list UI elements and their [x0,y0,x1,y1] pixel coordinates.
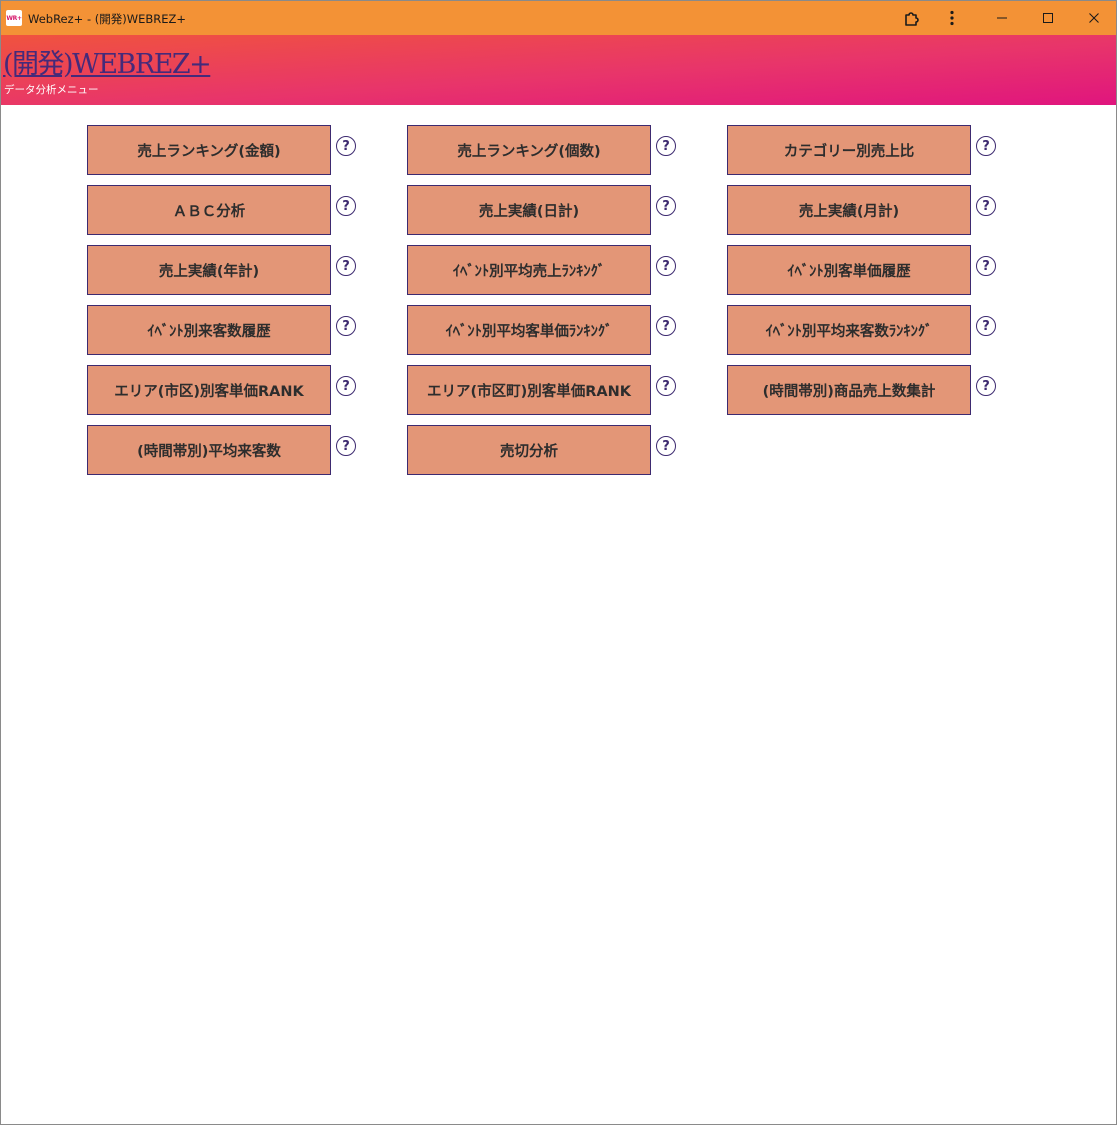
help-icon[interactable]: ? [976,256,996,276]
minimize-icon [997,17,1007,19]
menu-grid: 売上ランキング(金額) ? 売上ランキング(個数) ? カテゴリー別売上比 ? … [1,105,1116,505]
help-icon[interactable]: ? [656,316,676,336]
menu-item-hourly-product-sales: (時間帯別)商品売上数集計 ? [727,365,999,415]
help-icon[interactable]: ? [656,376,676,396]
sales-yearly-button[interactable]: 売上実績(年計) [87,245,331,295]
area-city-unit-price-button[interactable]: エリア(市区)別客単価RANK [87,365,331,415]
more-options-button[interactable] [937,1,967,35]
help-icon[interactable]: ? [336,436,356,456]
area-town-unit-price-button[interactable]: エリア(市区町)別客単価RANK [407,365,651,415]
app-header: (開発)WEBREZ+ データ分析メニュー [1,35,1116,105]
close-icon [1089,13,1099,23]
menu-item-sales-ranking-amount: 売上ランキング(金額) ? [87,125,359,175]
event-avg-visitor-ranking-button[interactable]: ｲﾍﾞﾝﾄ別平均来客数ﾗﾝｷﾝｸﾞ [727,305,971,355]
help-icon[interactable]: ? [336,316,356,336]
more-vert-icon [950,10,954,26]
sales-monthly-button[interactable]: 売上実績(月計) [727,185,971,235]
sales-daily-button[interactable]: 売上実績(日計) [407,185,651,235]
category-sales-ratio-button[interactable]: カテゴリー別売上比 [727,125,971,175]
help-icon[interactable]: ? [656,256,676,276]
help-icon[interactable]: ? [976,316,996,336]
event-unit-price-history-button[interactable]: ｲﾍﾞﾝﾄ別客単価履歴 [727,245,971,295]
abc-analysis-button[interactable]: ＡＢＣ分析 [87,185,331,235]
menu-item-sales-yearly: 売上実績(年計) ? [87,245,359,295]
help-icon[interactable]: ? [656,136,676,156]
help-icon[interactable]: ? [976,196,996,216]
extension-icon [905,12,919,26]
menu-item-sales-daily: 売上実績(日計) ? [407,185,679,235]
menu-item-event-avg-unit-price-ranking: ｲﾍﾞﾝﾄ別平均客単価ﾗﾝｷﾝｸﾞ ? [407,305,679,355]
app-icon: WR+ [6,10,22,26]
help-icon[interactable]: ? [336,136,356,156]
event-avg-unit-price-ranking-button[interactable]: ｲﾍﾞﾝﾄ別平均客単価ﾗﾝｷﾝｸﾞ [407,305,651,355]
event-visitor-history-button[interactable]: ｲﾍﾞﾝﾄ別来客数履歴 [87,305,331,355]
sellout-analysis-button[interactable]: 売切分析 [407,425,651,475]
menu-item-event-visitor-history: ｲﾍﾞﾝﾄ別来客数履歴 ? [87,305,359,355]
menu-item-sales-ranking-quantity: 売上ランキング(個数) ? [407,125,679,175]
window-title: WebRez+ - (開発)WEBREZ+ [28,12,187,26]
app-icon-text: WR+ [6,14,22,22]
menu-item-area-town-unit-price: エリア(市区町)別客単価RANK ? [407,365,679,415]
help-icon[interactable]: ? [336,196,356,216]
help-icon[interactable]: ? [336,376,356,396]
hourly-avg-visitors-button[interactable]: (時間帯別)平均来客数 [87,425,331,475]
sales-ranking-quantity-button[interactable]: 売上ランキング(個数) [407,125,651,175]
menu-item-category-sales-ratio: カテゴリー別売上比 ? [727,125,999,175]
help-icon[interactable]: ? [656,196,676,216]
menu-item-area-city-unit-price: エリア(市区)別客単価RANK ? [87,365,359,415]
help-icon[interactable]: ? [976,376,996,396]
menu-item-sales-monthly: 売上実績(月計) ? [727,185,999,235]
menu-item-event-avg-visitor-ranking: ｲﾍﾞﾝﾄ別平均来客数ﾗﾝｷﾝｸﾞ ? [727,305,999,355]
menu-item-abc-analysis: ＡＢＣ分析 ? [87,185,359,235]
browser-window: WR+ WebRez+ - (開発)WEBREZ+ (開発)WEBREZ+ デー… [0,0,1117,1125]
brand-link[interactable]: (開発)WEBREZ+ [3,42,212,81]
page-subtitle: データ分析メニュー [4,84,99,96]
menu-item-event-unit-price-history: ｲﾍﾞﾝﾄ別客単価履歴 ? [727,245,999,295]
hourly-product-sales-button[interactable]: (時間帯別)商品売上数集計 [727,365,971,415]
help-icon[interactable]: ? [976,136,996,156]
maximize-button[interactable] [1025,1,1071,35]
maximize-icon [1043,13,1053,23]
minimize-button[interactable] [979,1,1025,35]
menu-item-event-avg-sales-ranking: ｲﾍﾞﾝﾄ別平均売上ﾗﾝｷﾝｸﾞ ? [407,245,679,295]
close-button[interactable] [1071,1,1116,35]
menu-item-sellout-analysis: 売切分析 ? [407,425,679,475]
event-avg-sales-ranking-button[interactable]: ｲﾍﾞﾝﾄ別平均売上ﾗﾝｷﾝｸﾞ [407,245,651,295]
help-icon[interactable]: ? [336,256,356,276]
menu-item-hourly-avg-visitors: (時間帯別)平均来客数 ? [87,425,359,475]
sales-ranking-amount-button[interactable]: 売上ランキング(金額) [87,125,331,175]
help-icon[interactable]: ? [656,436,676,456]
extension-button[interactable] [897,1,927,35]
title-bar: WR+ WebRez+ - (開発)WEBREZ+ [1,1,1116,35]
